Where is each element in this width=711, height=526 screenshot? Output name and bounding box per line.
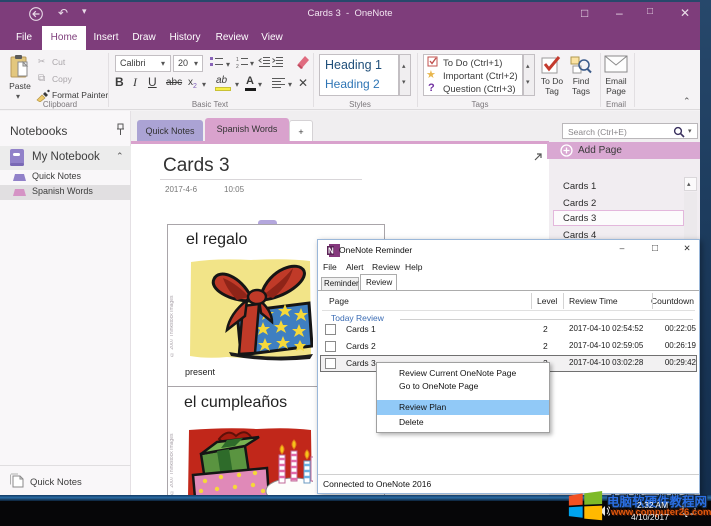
svg-text:N: N bbox=[328, 247, 334, 256]
svg-text:2: 2 bbox=[236, 64, 239, 69]
svg-text:1: 1 bbox=[236, 57, 239, 63]
svg-text:▾: ▾ bbox=[226, 60, 230, 69]
